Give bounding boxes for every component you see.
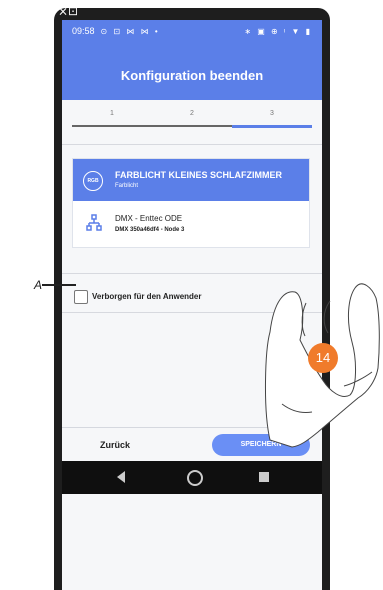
pointing-hand-illustration [264, 283, 380, 448]
step-badge: 14 [308, 343, 338, 373]
